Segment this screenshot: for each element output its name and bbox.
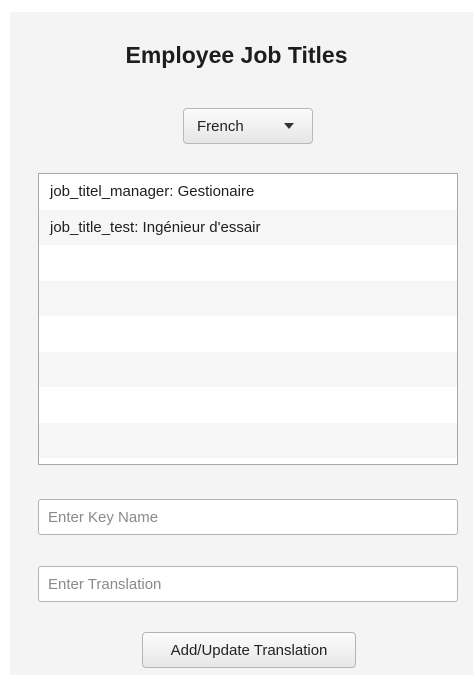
list-item-empty <box>39 316 457 352</box>
list-item-empty <box>39 351 457 387</box>
chevron-down-icon <box>284 123 294 129</box>
list-item[interactable]: job_titel_manager: Gestionaire <box>39 174 457 210</box>
translation-input[interactable] <box>38 566 458 602</box>
language-select[interactable]: French <box>183 108 313 144</box>
key-name-input[interactable] <box>38 499 458 535</box>
add-update-translation-button[interactable]: Add/Update Translation <box>142 632 356 668</box>
list-item[interactable]: job_title_test: Ingénieur d'essair <box>39 209 457 245</box>
list-item-empty <box>39 245 457 281</box>
language-select-value: French <box>197 117 244 135</box>
list-item-empty <box>39 387 457 423</box>
list-item-empty <box>39 422 457 458</box>
list-item-empty <box>39 280 457 316</box>
translation-list[interactable]: job_titel_manager: Gestionaire job_title… <box>38 173 458 465</box>
page-title: Employee Job Titles <box>125 42 348 68</box>
